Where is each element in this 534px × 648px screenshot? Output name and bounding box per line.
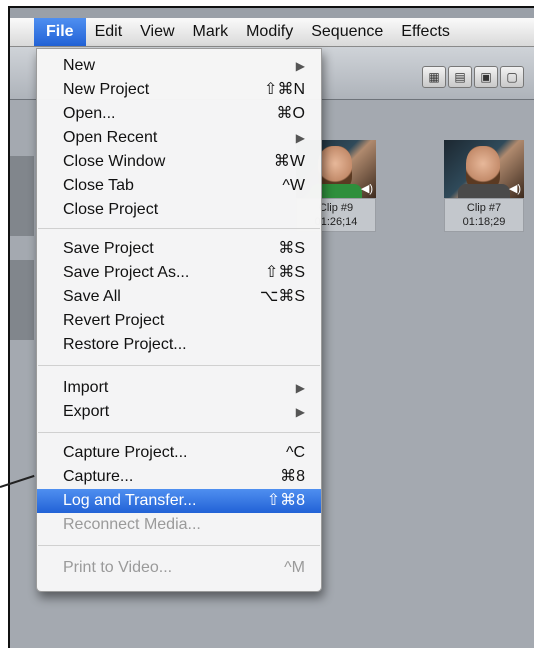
partial-clip-thumbnail: [10, 260, 34, 340]
clip-name: Clip #7: [466, 202, 502, 214]
menu-modify[interactable]: Modify: [237, 18, 302, 46]
menu-item-label: Capture Project...: [63, 444, 188, 461]
menu-item-label: Save Project As...: [63, 264, 190, 281]
menu-sequence[interactable]: Sequence: [302, 18, 392, 46]
menu-mark[interactable]: Mark: [184, 18, 238, 46]
menu-item-shortcut: ⌘O: [276, 105, 305, 122]
menu-item-label: Export: [63, 403, 110, 420]
menu-item-shortcut: ⇧⌘N: [264, 81, 305, 98]
menu-item-shortcut: ⌘8: [280, 468, 305, 485]
submenu-arrow-icon: ▶: [295, 405, 305, 419]
partial-clip-thumbnail: [10, 156, 34, 236]
clip-timecode: 01:18;29: [462, 216, 506, 228]
icon-view-button[interactable]: ▦: [422, 66, 446, 88]
file-menu-dropdown: New ▶ New Project ⇧⌘N Open... ⌘O Open Re…: [36, 48, 322, 592]
menu-item-save-project-as[interactable]: Save Project As... ⇧⌘S: [37, 261, 321, 285]
menu-item-shortcut: ⌘S: [278, 240, 305, 257]
menu-item-label: Revert Project: [63, 312, 165, 329]
app-window: File Edit View Mark Modify Sequence Effe…: [8, 6, 534, 648]
menu-item-label: Print to Video...: [63, 559, 173, 576]
menu-item-close-window[interactable]: Close Window ⌘W: [37, 150, 321, 174]
menu-separator: [38, 432, 320, 433]
menu-view[interactable]: View: [131, 18, 183, 46]
submenu-arrow-icon: ▶: [295, 59, 305, 73]
menu-item-import[interactable]: Import ▶: [37, 376, 321, 400]
menu-bar: File Edit View Mark Modify Sequence Effe…: [10, 18, 534, 47]
menu-item-capture-project[interactable]: Capture Project... ^C: [37, 441, 321, 465]
speaker-icon: ◀): [508, 183, 521, 195]
menu-item-label: Save Project: [63, 240, 154, 257]
menu-item-save-project[interactable]: Save Project ⌘S: [37, 237, 321, 261]
menu-item-label: Import: [63, 379, 109, 396]
screenshot-frame: File Edit View Mark Modify Sequence Effe…: [0, 0, 534, 648]
menu-item-log-and-transfer[interactable]: Log and Transfer... ⇧⌘8: [37, 489, 321, 513]
clip-caption: Clip #7 01:18;29: [444, 198, 524, 232]
menu-item-open[interactable]: Open... ⌘O: [37, 102, 321, 126]
menu-item-label: Reconnect Media...: [63, 516, 201, 533]
menu-item-restore-project[interactable]: Restore Project...: [37, 333, 321, 357]
menu-item-open-recent[interactable]: Open Recent ▶: [37, 126, 321, 150]
menu-item-label: Capture...: [63, 468, 134, 485]
menu-item-label: Log and Transfer...: [63, 492, 197, 509]
clip-shirt: [458, 184, 510, 198]
menu-item-reconnect-media: Reconnect Media...: [37, 513, 321, 537]
menu-item-label: Close Window: [63, 153, 166, 170]
menu-item-new[interactable]: New ▶: [37, 54, 321, 78]
menu-item-label: New Project: [63, 81, 150, 98]
menu-item-shortcut: ⌥⌘S: [259, 288, 305, 305]
submenu-arrow-icon: ▶: [295, 131, 305, 145]
speaker-icon: ◀): [360, 183, 373, 195]
menu-item-label: Close Tab: [63, 177, 134, 194]
menu-item-revert-project[interactable]: Revert Project: [37, 309, 321, 333]
menu-item-close-tab[interactable]: Close Tab ^W: [37, 174, 321, 198]
menu-item-shortcut: ^C: [285, 444, 305, 461]
menu-item-label: Open...: [63, 105, 116, 122]
menu-item-shortcut: ^M: [284, 559, 305, 576]
menu-item-label: Close Project: [63, 201, 159, 218]
list-view-button[interactable]: ▤: [448, 66, 472, 88]
menu-item-shortcut: ⇧⌘S: [264, 264, 305, 281]
clip-item[interactable]: ◀) Clip #7 01:18;29: [444, 140, 524, 232]
menu-item-label: Restore Project...: [63, 336, 187, 353]
submenu-arrow-icon: ▶: [295, 381, 305, 395]
menu-item-save-all[interactable]: Save All ⌥⌘S: [37, 285, 321, 309]
clip-thumbnail: ◀): [444, 140, 524, 198]
menu-item-label: New: [63, 57, 96, 74]
menu-item-label: Open Recent: [63, 129, 158, 146]
view-mode-buttons: ▦ ▤ ▣ ▢: [422, 66, 534, 88]
menu-item-new-project[interactable]: New Project ⇧⌘N: [37, 78, 321, 102]
menu-item-label: Save All: [63, 288, 121, 305]
menu-item-shortcut: ^W: [282, 177, 305, 194]
menu-item-close-project[interactable]: Close Project: [37, 198, 321, 222]
menu-item-shortcut: ⌘W: [273, 153, 305, 170]
menu-item-shortcut: ⇧⌘8: [266, 492, 305, 509]
menu-edit[interactable]: Edit: [86, 18, 132, 46]
menu-file[interactable]: File: [34, 18, 86, 46]
menu-item-print-to-video: Print to Video... ^M: [37, 556, 321, 580]
medium-icon-view-button[interactable]: ▢: [500, 66, 524, 88]
menu-separator: [38, 228, 320, 229]
menu-item-capture[interactable]: Capture... ⌘8: [37, 465, 321, 489]
menu-separator: [38, 545, 320, 546]
large-icon-view-button[interactable]: ▣: [474, 66, 498, 88]
menu-effects[interactable]: Effects: [392, 18, 459, 46]
menu-item-export[interactable]: Export ▶: [37, 400, 321, 424]
menu-separator: [38, 365, 320, 366]
